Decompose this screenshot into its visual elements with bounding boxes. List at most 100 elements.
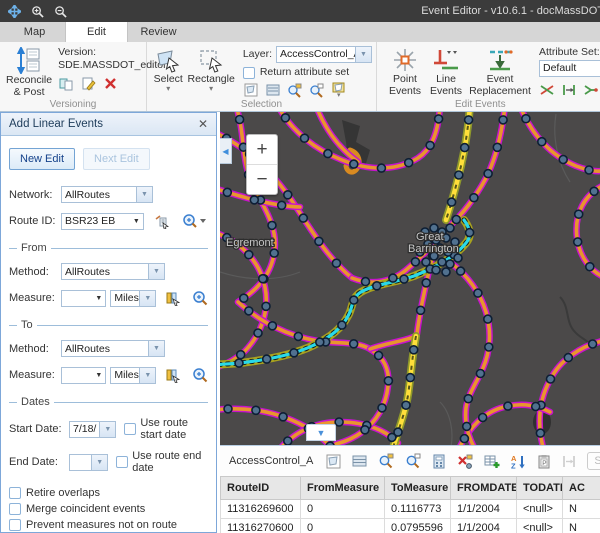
table-row[interactable]: 11316269600 0 0.1116773 1/1/2004 <null> …	[221, 500, 600, 519]
tab-map[interactable]: Map	[4, 22, 65, 42]
to-measure-arrow-icon[interactable]: ▼	[92, 372, 105, 379]
attribute-table-panel: AccessControl_A AZ	[220, 445, 600, 533]
sort-az-icon[interactable]: AZ	[511, 453, 526, 470]
from-pick-measure-icon[interactable]	[164, 289, 180, 307]
selectable-layers-icon[interactable]: ▾	[331, 82, 347, 98]
network-combo[interactable]: AllRoutes ▼	[61, 186, 153, 203]
to-method-combo[interactable]: AllRoutes ▼	[61, 340, 165, 357]
col-fromdate[interactable]: FROMDATE	[451, 477, 517, 500]
point-events-icon	[392, 47, 418, 73]
zoom-out-icon[interactable]	[53, 4, 67, 18]
spacing-tool-icon[interactable]	[562, 453, 576, 470]
end-date-arrow-icon[interactable]: ▼	[91, 455, 107, 470]
town-label-egremont: Egremont	[226, 237, 274, 249]
reconcile-post-button[interactable]: Reconcile & Post	[4, 46, 54, 99]
select-features-icon[interactable]	[326, 453, 341, 470]
end-date-input[interactable]: ▼	[69, 454, 108, 471]
map-zoom-in-button[interactable]: +	[247, 135, 277, 164]
delete-selected-icon[interactable]	[457, 453, 473, 470]
start-date-input[interactable]: 7/18/ ▼	[69, 421, 116, 438]
tab-review[interactable]: Review	[128, 22, 189, 42]
zoom-to-selected-icon[interactable]	[378, 453, 394, 470]
select-features-icon[interactable]	[243, 82, 259, 98]
zoom-to-route-icon[interactable]	[182, 212, 208, 230]
from-measure-combo[interactable]: ▼	[61, 290, 106, 307]
collapse-panel-arrow-icon[interactable]: ◀	[220, 138, 232, 164]
map-zoom-out-button[interactable]: −	[247, 164, 277, 194]
from-units-arrow-icon[interactable]: ▼	[139, 291, 155, 306]
panel-title: Add Linear Events	[9, 118, 103, 130]
new-edit-button[interactable]: New Edit	[9, 148, 75, 170]
measure-gap-icon[interactable]	[561, 82, 577, 98]
attribute-set-combo[interactable]: Default ▼	[539, 60, 600, 77]
paste-attributes-icon[interactable]: P	[537, 453, 551, 470]
window-title: Event Editor - v10.6.1 - docMassDOT	[421, 0, 600, 22]
start-date-value: 7/18/	[70, 423, 99, 435]
use-route-end-date-checkbox[interactable]	[116, 456, 128, 468]
to-units-combo[interactable]: Miles ▼	[110, 367, 156, 384]
select-tool-button[interactable]: Select ▾	[151, 46, 186, 99]
line-events-button[interactable]: Line Events	[425, 46, 467, 99]
to-pick-measure-icon[interactable]	[164, 366, 180, 384]
route-id-combo[interactable]: BSR23 EB ▼	[61, 213, 144, 230]
col-access[interactable]: AC	[563, 477, 600, 500]
next-edit-button[interactable]: Next Edit	[83, 148, 150, 170]
col-tomeasure[interactable]: ToMeasure	[385, 477, 451, 500]
use-route-start-date-checkbox[interactable]	[124, 423, 136, 435]
to-units-arrow-icon[interactable]: ▼	[139, 368, 155, 383]
cell: 0.0795596	[385, 519, 451, 533]
attribute-set-value: Default	[540, 62, 600, 75]
pan-to-selection-icon[interactable]	[309, 82, 325, 98]
to-zoom-icon[interactable]	[192, 366, 208, 384]
col-frommeasure[interactable]: FromMeasure	[301, 477, 385, 500]
cell: 0	[301, 500, 385, 519]
collapse-table-arrow-icon[interactable]: ▼	[306, 424, 336, 441]
map-canvas[interactable]: Egremont Great Barrington ◀ + − ▼	[220, 112, 600, 445]
save-button[interactable]: S	[587, 452, 600, 470]
start-date-arrow-icon[interactable]: ▼	[99, 422, 115, 437]
to-measure-combo[interactable]: ▼	[61, 367, 106, 384]
versioning-group-label: Versioning	[0, 99, 146, 110]
line-events-icon	[432, 47, 460, 73]
point-events-button[interactable]: Point Events	[385, 46, 425, 99]
network-arrow-icon[interactable]: ▼	[136, 187, 152, 202]
new-version-icon[interactable]	[80, 75, 96, 91]
add-record-icon[interactable]	[484, 453, 500, 470]
close-icon[interactable]: ✕	[198, 117, 208, 131]
layer-combo[interactable]: AccessControl_A ▼	[276, 46, 372, 63]
pan-to-selected-icon[interactable]	[405, 453, 421, 470]
split-event-icon[interactable]	[539, 82, 555, 98]
layer-combo-arrow-icon[interactable]: ▼	[355, 47, 371, 62]
from-method-arrow-icon[interactable]: ▼	[148, 264, 164, 279]
delete-version-icon[interactable]	[102, 75, 118, 91]
from-method-combo[interactable]: AllRoutes ▼	[61, 263, 165, 280]
selection-list-icon[interactable]	[265, 82, 281, 98]
table-row[interactable]: 11316270600 0 0.0795596 1/1/2004 <null> …	[221, 519, 600, 533]
rectangle-tool-button[interactable]: Rectangle ▾	[186, 46, 237, 99]
from-zoom-icon[interactable]	[192, 289, 208, 307]
table-header-row: RouteID FromMeasure ToMeasure FROMDATE T…	[221, 477, 600, 500]
attribute-table-icon[interactable]	[352, 453, 367, 470]
zoom-to-selection-icon[interactable]	[287, 82, 303, 98]
to-method-arrow-icon[interactable]: ▼	[148, 341, 164, 356]
pan-icon[interactable]	[7, 4, 21, 18]
merge-coincident-events-checkbox[interactable]	[9, 503, 21, 515]
from-measure-arrow-icon[interactable]: ▼	[92, 295, 105, 302]
route-id-arrow-icon[interactable]: ▼	[130, 218, 143, 225]
event-replacement-button[interactable]: Event Replacement	[467, 46, 533, 99]
reconcile-icon[interactable]	[58, 75, 74, 91]
calculator-icon[interactable]	[432, 453, 446, 470]
from-units-combo[interactable]: Miles ▼	[110, 290, 156, 307]
tab-edit[interactable]: Edit	[65, 22, 128, 42]
retire-overlaps-checkbox[interactable]	[9, 487, 21, 499]
col-routeid[interactable]: RouteID	[221, 477, 301, 500]
add-linear-events-panel: Add Linear Events ✕ New Edit Next Edit N…	[0, 112, 217, 533]
merge-events-icon[interactable]	[583, 82, 599, 98]
return-attribute-set-checkbox[interactable]	[243, 67, 255, 79]
title-bar: Event Editor - v10.6.1 - docMassDOT	[0, 0, 600, 22]
zoom-in-icon[interactable]	[30, 4, 44, 18]
prevent-measures-checkbox[interactable]	[9, 519, 21, 531]
col-todate[interactable]: TODATE	[517, 477, 563, 500]
select-route-on-map-icon[interactable]	[154, 212, 170, 230]
svg-text:Z: Z	[511, 461, 516, 469]
